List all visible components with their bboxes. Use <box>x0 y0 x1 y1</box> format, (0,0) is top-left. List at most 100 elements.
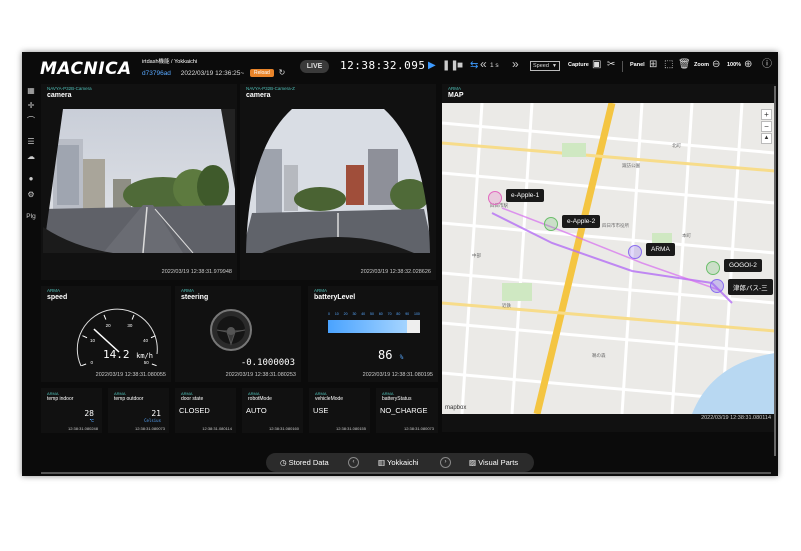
visual-parts-button[interactable]: ▨ Visual Parts <box>469 457 518 468</box>
panel-timestamp: 2022/03/19 12:38:31.080114 <box>701 415 771 421</box>
temp-indoor-value: 28 <box>84 409 94 418</box>
battery-panel[interactable]: ARMA batteryLevel 0 10 20 30 40 50 60 70 80 90 100… <box>308 286 438 382</box>
gauge-tick-label: 0 <box>90 360 93 365</box>
step-interval: 1 s <box>490 62 499 69</box>
battery-scale-tick: 60 <box>378 312 383 316</box>
gauge-tick-label: 40 <box>143 338 149 343</box>
info-icon[interactable]: ⓘ <box>762 59 772 71</box>
robot-mode-panel[interactable]: ARMA robotMode AUTO 12:38:31.080160 <box>242 388 303 433</box>
speed-select-label: Speed <box>533 63 549 69</box>
plugin-button[interactable]: Plg <box>26 212 36 222</box>
next-icon[interactable]: › <box>440 457 451 468</box>
info-circle-icon[interactable]: ● <box>26 174 36 184</box>
camera-panel-2[interactable]: NAVYA-P32B-Camera-Z camera 2022/03/19 12… <box>240 84 436 280</box>
map-place-label: 近鉄 <box>502 303 511 308</box>
gauge-tick-label: 20 <box>106 323 112 328</box>
vehicle-pin[interactable] <box>710 279 724 293</box>
vehicle-label[interactable]: e-Apple-1 <box>506 189 545 202</box>
cloud-icon[interactable]: ☁ <box>26 152 36 162</box>
gauge-tick <box>82 335 88 339</box>
session-id[interactable]: d73796ad <box>142 70 171 77</box>
zoom-out-icon[interactable]: ⊖ <box>712 59 720 71</box>
header-bar: MACNICA irtdash機能 / Yokkaichi d73796ad 2… <box>22 52 778 84</box>
vehicle-mode-panel[interactable]: ARMA vehicleMode USE 12:38:31.080155 <box>309 388 370 433</box>
rewind-icon[interactable]: « <box>480 58 487 70</box>
battery-readout: 86 % <box>378 348 403 362</box>
panel-timestamp: 12:38:31.080073 <box>403 426 434 431</box>
divider <box>622 61 623 72</box>
horizontal-scrollbar[interactable] <box>41 472 771 474</box>
previous-icon[interactable]: ‹ <box>348 457 359 468</box>
panel-title: speed <box>47 294 68 301</box>
robot-mode-value: AUTO <box>246 406 267 415</box>
bottom-toolbar: ◷ Stored Data ‹ ▥ Yokkaichi › ▨ Visual P… <box>266 453 534 472</box>
vehicle-label[interactable]: e-Apple-2 <box>562 215 601 228</box>
map-zoom-in-button[interactable]: + <box>761 109 772 120</box>
speed-select[interactable]: Speed ▼ <box>530 61 560 71</box>
move-icon[interactable]: ✛ <box>26 101 36 111</box>
speed-panel[interactable]: ARMA speed 0 10 20 30 40 50 14.2 km/h 2022/03… <box>41 286 171 382</box>
select-panel-icon[interactable]: ⬚ <box>664 59 673 71</box>
battery-scale-tick: 50 <box>370 312 374 316</box>
mapbox-attribution[interactable]: mapbox <box>445 405 466 411</box>
live-button[interactable]: LIVE <box>300 60 329 73</box>
refresh-icon[interactable]: ↻ <box>279 68 286 77</box>
vehicle-label[interactable]: GOGOI-2 <box>724 259 762 272</box>
vehicle-pin[interactable] <box>706 261 720 275</box>
reload-button[interactable]: Reload <box>249 69 274 77</box>
vertical-scrollbar[interactable] <box>774 86 776 456</box>
vehicle-pin[interactable] <box>488 191 502 205</box>
camera-panel-1[interactable]: NAVYA-P32B-Camera camera 2022/03/19 12:3… <box>41 84 237 280</box>
location-button[interactable]: ▥ Yokkaichi <box>378 457 418 468</box>
gear-icon[interactable]: ⚙ <box>26 190 36 200</box>
zoom-value: 100% <box>727 62 742 68</box>
panel-timestamp: 12:38:31.080155 <box>335 426 366 431</box>
battery-status-value: NO_CHARGE <box>380 406 428 415</box>
panel-source-tag: ARMA <box>181 288 195 293</box>
stored-data-button[interactable]: ◷ Stored Data <box>280 457 329 468</box>
play-icon[interactable]: ▶ <box>428 60 436 72</box>
zoom-in-icon[interactable]: ⊕ <box>744 59 752 71</box>
scissors-icon[interactable]: ✂ <box>607 59 615 71</box>
panel-timestamp: 12:38:31.080114 <box>202 426 232 431</box>
map-place-label: 四日市市役所 <box>602 223 629 228</box>
gauge-tick <box>131 314 135 320</box>
temp-outdoor-panel[interactable]: ARMA temp outdoor 21 Celsius 12:38:31.08… <box>108 388 169 433</box>
camera-image <box>242 109 434 253</box>
speed-unit: km/h <box>136 352 153 360</box>
battery-status-panel[interactable]: ARMA batteryStatus NO_CHARGE 12:38:31.08… <box>376 388 438 433</box>
battery-scale-tick: 40 <box>361 312 366 316</box>
loop-icon[interactable]: ⇆ <box>470 60 478 72</box>
gauge-tick <box>103 314 107 320</box>
speed-value: 14.2 <box>103 348 130 361</box>
vehicle-mode-value: USE <box>313 406 329 415</box>
stop-icon[interactable]: ■ <box>457 60 463 72</box>
steering-value: -0.1000003 <box>240 358 295 368</box>
panel-title: temp outdoor <box>114 396 144 402</box>
chart-icon[interactable]: ⌒ <box>26 116 36 126</box>
temp-indoor-panel[interactable]: ARMA temp indoor 28 ℃ 12:38:31.080248 <box>41 388 102 433</box>
list-icon[interactable]: ☰ <box>26 137 36 147</box>
trash-icon[interactable]: 🗑 <box>678 59 691 71</box>
steering-panel[interactable]: ARMA steering -0.1000003 2022/03/19 12:3… <box>175 286 301 382</box>
vehicle-label[interactable]: 津郎バス-三 <box>728 279 773 295</box>
map-panel[interactable]: ARMA MAP 四日市市役所 四日市駅 諏訪公園 中部 近鉄 本町 北町 鵜の… <box>442 84 776 432</box>
capture-label: Capture <box>568 62 589 68</box>
vehicle-label[interactable]: ARMA <box>646 243 675 256</box>
panel-timestamp: 12:38:31.080248 <box>67 426 98 431</box>
building-icon: ▥ <box>378 458 386 467</box>
stored-data-label: Stored Data <box>288 458 329 467</box>
map-canvas[interactable]: 四日市市役所 四日市駅 諏訪公園 中部 近鉄 本町 北町 鵜の森 e-Apple… <box>442 103 775 414</box>
panel-value: 28 ℃ <box>84 409 94 423</box>
vehicle-pin[interactable] <box>628 245 642 259</box>
grid-icon[interactable]: ▦ <box>26 86 36 96</box>
map-zoom-out-button[interactable]: − <box>761 121 772 132</box>
panel-title: MAP <box>448 92 464 99</box>
vehicle-pin[interactable] <box>544 217 558 231</box>
session-info: d73796ad 2022/03/19 12:36:25~ Reload ↻ <box>142 68 285 77</box>
door-state-panel[interactable]: ARMA door state CLOSED 12:38:31.080114 <box>175 388 236 433</box>
compass-icon[interactable]: ▲ <box>761 133 772 144</box>
fast-forward-icon[interactable]: » <box>512 58 519 70</box>
camera-capture-icon[interactable]: ▣ <box>592 59 601 71</box>
add-panel-icon[interactable]: ⊞ <box>649 59 657 71</box>
